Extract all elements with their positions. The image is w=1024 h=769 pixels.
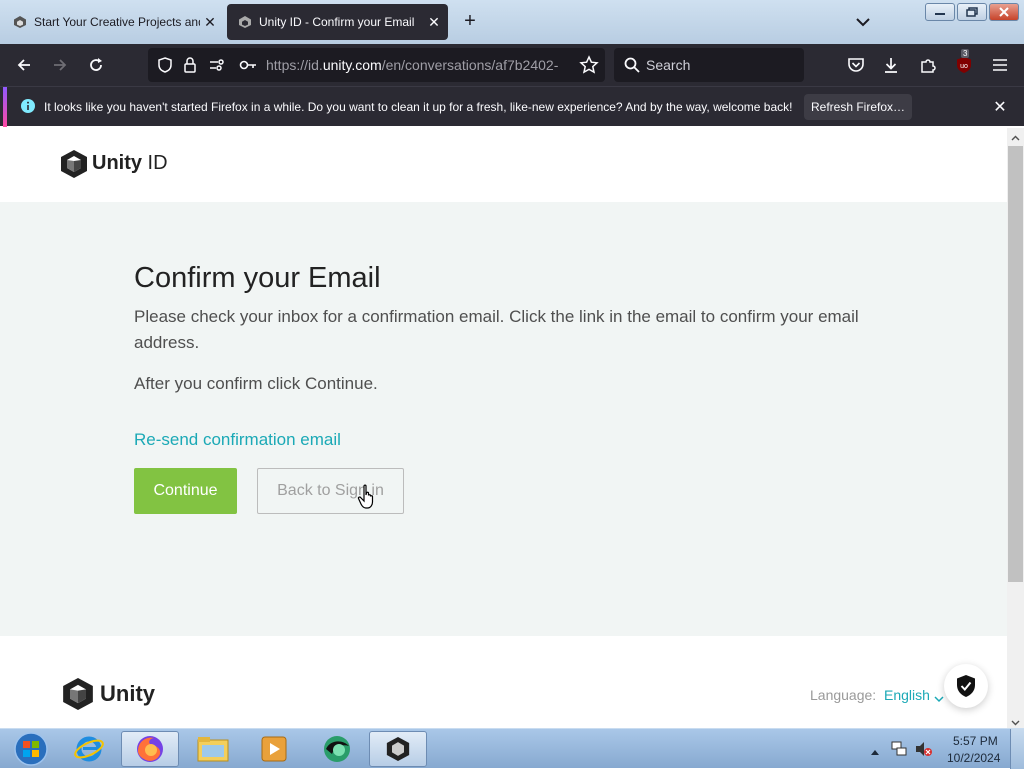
bookmark-star-icon[interactable] [579,55,599,80]
svg-text:uo: uo [960,63,968,70]
browser-navigation-bar: https://id.unity.com/en/conversations/af… [0,44,1024,86]
unity-favicon-icon [12,14,28,30]
lock-icon[interactable] [182,56,198,79]
tab-unity-id-confirm[interactable]: Unity ID - Confirm your Email ✕ [227,4,448,40]
restore-window-button[interactable] [957,3,987,21]
show-hidden-icons-icon[interactable] [870,743,880,761]
continue-button[interactable]: Continue [134,468,237,514]
firefox-notification-bar: It looks like you haven't started Firefo… [0,86,1024,127]
unity-id-brand[interactable]: Unity ID [92,152,168,175]
key-icon[interactable] [238,56,258,79]
search-bar[interactable]: Search [614,48,804,82]
tab-start-creative-projects[interactable]: Start Your Creative Projects and ✕ [2,4,224,40]
reload-icon[interactable] [85,54,107,76]
volume-muted-icon[interactable] [914,740,932,763]
refresh-firefox-button[interactable]: Refresh Firefox… [804,94,912,120]
tab-title: Unity ID - Confirm your Email [259,15,415,29]
forward-arrow-icon[interactable] [49,54,71,76]
media-player-icon[interactable] [245,731,303,767]
unity-logo-icon[interactable] [62,676,94,717]
extensions-puzzle-icon[interactable] [917,54,939,76]
close-tab-icon[interactable]: ✕ [200,14,220,31]
page-footer: Unity Language: English [0,636,1007,728]
clock-time[interactable]: 5:57 PM [953,734,998,748]
new-tab-button[interactable]: + [459,10,481,32]
extension-badge: 3 [961,49,970,58]
language-label: Language: [810,687,877,703]
footer-unity-brand[interactable]: Unity [100,681,155,707]
clock-date[interactable]: 10/2/2024 [947,751,1000,765]
windows-taskbar: 5:57 PM 10/2/2024 [0,728,1024,769]
notification-message: It looks like you haven't started Firefo… [44,100,793,114]
back-to-sign-in-button[interactable]: Back to Sign in [257,468,404,514]
downloads-icon[interactable] [880,54,902,76]
search-placeholder: Search [646,57,691,73]
ublock-origin-icon[interactable]: uo 3 [953,49,975,76]
search-icon [623,56,641,79]
minimize-window-button[interactable] [925,3,955,21]
app-taskbar-icon[interactable] [308,731,366,767]
network-icon[interactable] [890,740,908,763]
start-button[interactable] [2,731,60,767]
scrollbar-thumb[interactable] [1008,146,1023,582]
info-icon [20,98,36,119]
privacy-shield-button[interactable] [944,664,988,708]
hamburger-menu-icon[interactable] [989,54,1011,76]
instructions-text: Please check your inbox for a confirmati… [134,307,859,352]
address-bar[interactable]: https://id.unity.com/en/conversations/af… [148,48,605,82]
unity-logo-icon[interactable] [60,149,88,184]
internet-explorer-icon[interactable] [60,731,118,767]
firefox-taskbar-icon[interactable] [121,731,179,767]
show-desktop-button[interactable] [1010,729,1024,769]
tab-title: Start Your Creative Projects and [34,15,200,29]
back-arrow-icon[interactable] [13,54,35,76]
chevron-down-icon[interactable] [934,690,944,708]
browser-tab-strip: Start Your Creative Projects and ✕ Unity… [0,0,1024,44]
continue-instructions-text: After you confirm click Continue. [134,374,378,393]
unity-taskbar-icon[interactable] [369,731,427,767]
resend-confirmation-link[interactable]: Re-send confirmation email [134,430,341,450]
hand-cursor-icon [357,484,379,515]
language-selector[interactable]: English [884,687,930,703]
pocket-icon[interactable] [845,54,867,76]
url-text: https://id.unity.com/en/conversations/af… [266,57,559,73]
file-explorer-icon[interactable] [184,731,242,767]
tracking-protection-shield-icon[interactable] [156,56,174,79]
permissions-icon[interactable] [208,56,226,79]
page-viewport: Unity ID Confirm your Email Please check… [0,128,1007,728]
unity-favicon-icon [237,14,253,30]
close-icon[interactable]: ✕ [992,97,1008,116]
list-all-tabs-button[interactable] [852,12,874,32]
page-title: Confirm your Email [134,262,381,294]
confirm-email-section: Confirm your Email Please check your inb… [0,202,1007,636]
close-window-button[interactable] [989,3,1019,21]
close-tab-icon[interactable]: ✕ [424,14,444,31]
page-header: Unity ID [0,128,1007,202]
notification-accent [3,87,7,127]
